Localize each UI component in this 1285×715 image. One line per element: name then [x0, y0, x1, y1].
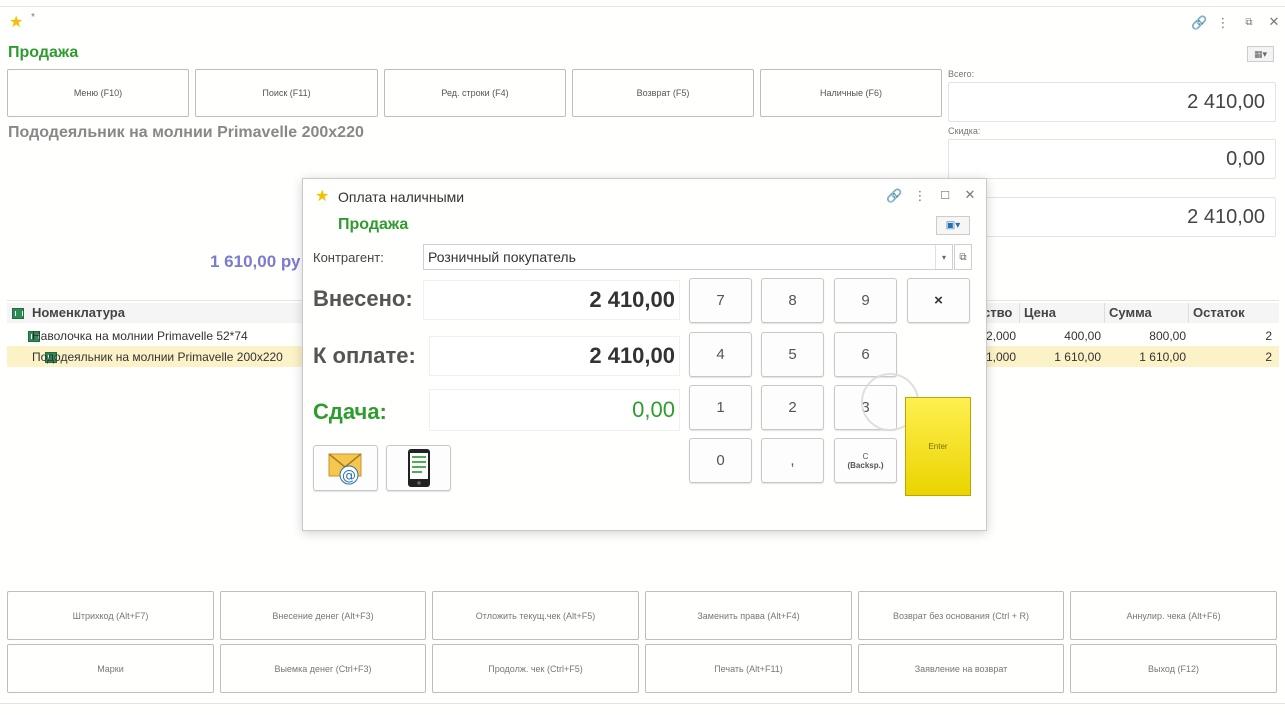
- dialog-subtitle: Продажа: [338, 216, 409, 233]
- restore-icon[interactable]: ⧉: [1241, 16, 1257, 32]
- current-product-name: Пододеяльник на молнии Primavelle 200х22…: [8, 124, 364, 141]
- favorite-star-icon[interactable]: ★: [315, 189, 329, 205]
- counterparty-value: Розничный покупатель: [428, 249, 576, 265]
- column-divider: [1104, 303, 1105, 323]
- top-border: [0, 6, 1285, 7]
- cancel-receipt-button[interactable]: Аннулир. чека (Alt+F6): [1070, 591, 1277, 640]
- favorite-star-icon[interactable]: ★: [9, 15, 23, 31]
- to-pay-field: 2 410,00: [429, 336, 680, 376]
- marks-button[interactable]: Марки: [7, 644, 214, 693]
- column-divider: [1019, 303, 1020, 323]
- backspace-key-letter: С: [862, 451, 869, 461]
- column-remainder[interactable]: Остаток: [1193, 305, 1245, 320]
- return-without-basis-button[interactable]: Возврат без основания (Ctrl + R): [858, 591, 1064, 640]
- postpone-receipt-button[interactable]: Отложить текущ.чек (Alt+F5): [432, 591, 639, 640]
- form-settings-icon[interactable]: ▣▾: [936, 216, 970, 235]
- more-vertical-icon[interactable]: ⋮: [912, 189, 928, 205]
- cash-out-button[interactable]: Выемка денег (Ctrl+F3): [220, 644, 426, 693]
- to-pay-label: К оплате:: [313, 343, 416, 368]
- column-nomenclature[interactable]: Номенклатура: [32, 305, 125, 320]
- key-1[interactable]: 1: [689, 385, 752, 430]
- column-divider: [1188, 303, 1189, 323]
- return-button[interactable]: Возврат (F5): [572, 69, 754, 117]
- deposited-field[interactable]: 2 410,00: [423, 280, 680, 320]
- bottom-border: [0, 703, 1285, 704]
- close-icon[interactable]: ✕: [962, 188, 978, 204]
- row-remainder: 2: [1265, 350, 1272, 364]
- row-price: 400,00: [1064, 329, 1101, 343]
- exit-button[interactable]: Выход (F12): [1070, 644, 1277, 693]
- key-4[interactable]: 4: [689, 332, 752, 377]
- column-quantity[interactable]: ство: [983, 305, 1012, 320]
- key-3[interactable]: 3: [834, 385, 897, 430]
- link-icon[interactable]: 🔗: [886, 189, 902, 205]
- cash-payment-dialog: ★ Оплата наличными 🔗 ⋮ ☐ ✕ Продажа ▣▾ Ко…: [302, 178, 987, 531]
- clear-key[interactable]: ×: [907, 278, 970, 323]
- counterparty-label: Контрагент:: [313, 250, 384, 265]
- return-application-button[interactable]: Заявление на возврат: [858, 644, 1064, 693]
- replace-rights-button[interactable]: Заменить права (Alt+F4): [645, 591, 852, 640]
- cash-in-button[interactable]: Внесение денег (Alt+F3): [220, 591, 426, 640]
- key-8[interactable]: 8: [761, 278, 824, 323]
- mobile-phone-icon: [407, 449, 430, 487]
- key-9[interactable]: 9: [834, 278, 897, 323]
- menu-button[interactable]: Меню (F10): [7, 69, 189, 117]
- column-price[interactable]: Цена: [1024, 305, 1056, 320]
- svg-text:@: @: [342, 468, 356, 484]
- barcode-button[interactable]: Штрихкод (Alt+F7): [7, 591, 214, 640]
- key-2[interactable]: 2: [761, 385, 824, 430]
- maximize-icon[interactable]: ☐: [937, 189, 953, 205]
- link-icon[interactable]: 🔗: [1191, 16, 1207, 32]
- row-sum: 800,00: [1149, 329, 1186, 343]
- page-title: Продажа: [8, 44, 79, 61]
- deposited-label: Внесено:: [313, 286, 413, 311]
- cash-button[interactable]: Наличные (F6): [760, 69, 942, 117]
- total-label: Всего:: [948, 69, 975, 79]
- current-product-price: 1 610,00 ру: [210, 252, 301, 271]
- form-settings-icon[interactable]: ▦▾: [1247, 46, 1274, 62]
- column-sum[interactable]: Сумма: [1109, 305, 1152, 320]
- change-label: Сдача:: [313, 399, 387, 424]
- backspace-key[interactable]: С (Backsp.): [834, 438, 897, 483]
- backspace-key-label: (Backsp.): [847, 460, 884, 470]
- counterparty-field[interactable]: Розничный покупатель: [423, 244, 953, 270]
- table-header-icon: [12, 308, 24, 319]
- key-7[interactable]: 7: [689, 278, 752, 323]
- row-price: 1 610,00: [1054, 350, 1101, 364]
- email-receipt-button[interactable]: @: [313, 445, 378, 491]
- open-link-icon[interactable]: ⧉: [954, 244, 972, 270]
- row-name: Наволочка на молнии Primavelle 52*74: [32, 329, 248, 343]
- key-0[interactable]: 0: [689, 438, 752, 483]
- change-field: 0,00: [429, 389, 680, 431]
- key-5[interactable]: 5: [761, 332, 824, 377]
- to-pay-field: 2 410,00: [948, 197, 1276, 237]
- dropdown-arrow-icon[interactable]: ▾: [935, 245, 952, 269]
- search-button[interactable]: Поиск (F11): [195, 69, 378, 117]
- total-field: 2 410,00: [948, 82, 1276, 122]
- comma-key[interactable]: ,: [761, 438, 824, 483]
- asterisk-icon: *: [31, 12, 35, 23]
- discount-label: Скидка:: [948, 126, 981, 136]
- more-vertical-icon[interactable]: ⋮: [1215, 16, 1231, 32]
- dialog-title: Оплата наличными: [338, 189, 465, 205]
- print-button[interactable]: Печать (Alt+F11): [645, 644, 852, 693]
- edit-line-button[interactable]: Ред. строки (F4): [384, 69, 566, 117]
- key-6[interactable]: 6: [834, 332, 897, 377]
- email-icon: @: [328, 453, 361, 485]
- sms-receipt-button[interactable]: [386, 445, 451, 491]
- discount-field: 0,00: [948, 139, 1276, 179]
- row-name: Пододеяльник на молнии Primavelle 200х22…: [32, 350, 283, 364]
- row-remainder: 2: [1265, 329, 1272, 343]
- close-icon[interactable]: ✕: [1266, 15, 1282, 31]
- enter-key[interactable]: Enter: [905, 397, 971, 496]
- row-sum: 1 610,00: [1139, 350, 1186, 364]
- continue-receipt-button[interactable]: Продолж. чек (Ctrl+F5): [432, 644, 639, 693]
